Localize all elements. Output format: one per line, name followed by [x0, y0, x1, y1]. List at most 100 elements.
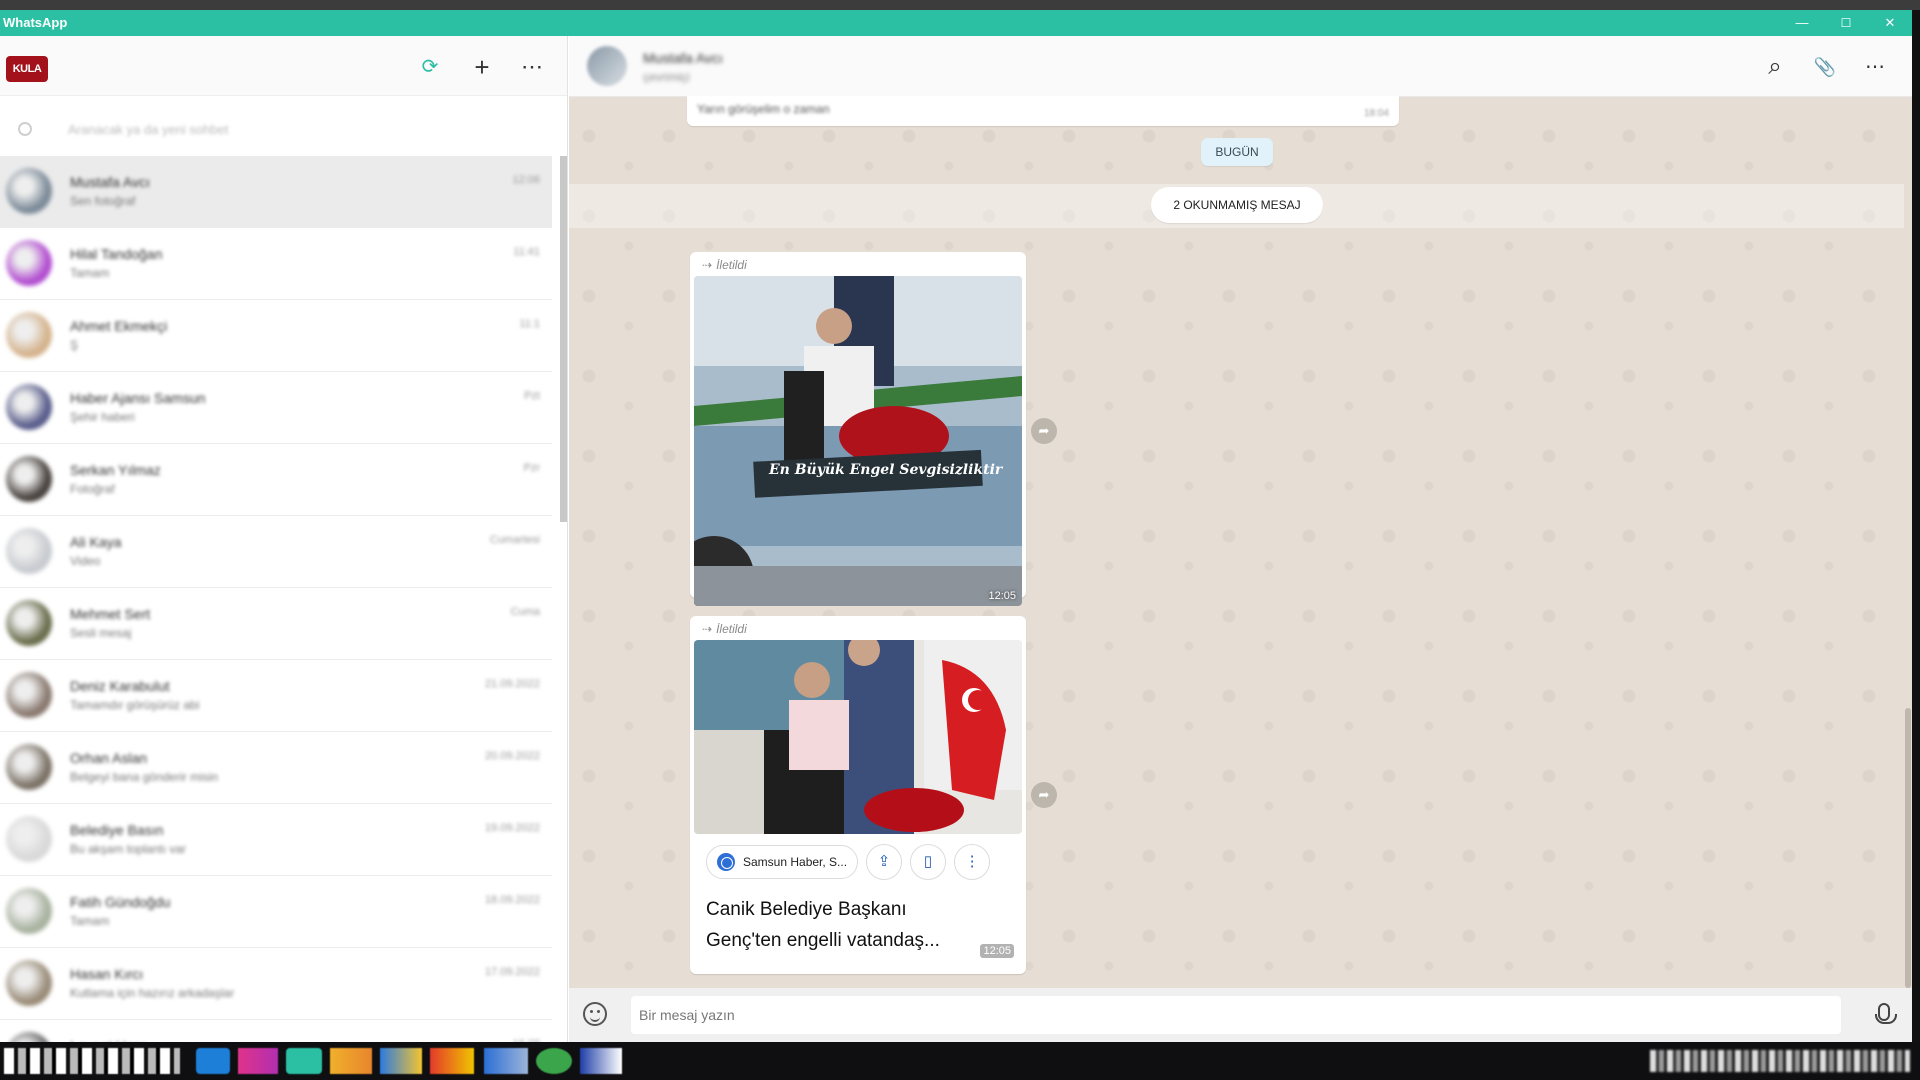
- chat-list-item[interactable]: Serkan Yılmaz Fotoğraf Pzr: [0, 444, 552, 516]
- search-input[interactable]: Aranacak ya da yeni sohbet: [68, 122, 528, 140]
- chat-time: Cumartesi: [489, 534, 540, 546]
- forward-icon: ➦: [1038, 787, 1050, 802]
- chat-name: Mehmet Sert: [70, 606, 151, 622]
- chat-last-message: Şehir haberi: [70, 410, 135, 424]
- message-input[interactable]: [631, 996, 1841, 1034]
- chat-list-item[interactable]: Deniz Karabulut Tamamdır görüşürüz abi 21.…: [0, 660, 552, 732]
- image-caption-overlay: En Büyük Engel Sevgisizliktir: [768, 462, 1004, 478]
- taskbar-whatsapp-icon[interactable]: [286, 1048, 322, 1074]
- taskbar-app-icon[interactable]: [536, 1048, 572, 1074]
- forward-icon: ➦: [1038, 423, 1050, 438]
- new-chat-button[interactable]: +: [466, 52, 498, 82]
- chat-avatar: [6, 888, 52, 934]
- search-bar[interactable]: Aranacak ya da yeni sohbet: [0, 106, 552, 154]
- chat-name: Hasan Kırcı: [70, 966, 144, 982]
- chat-time: Pzr: [523, 462, 541, 474]
- forward-arrow-icon: ⇢: [702, 622, 713, 636]
- maximize-button[interactable]: ☐: [1824, 10, 1868, 36]
- link-title[interactable]: Canik Belediye Başkanı Genç'ten engelli …: [706, 894, 1010, 956]
- chat-sidebar: KULA ⟳ + ⋯ Aranacak ya da yeni sohbet Mu…: [0, 36, 568, 1042]
- conversation-pane: Mustafa Avcı çevrimiçi ⌕ 📎 ⋯ Yarın görüş…: [569, 36, 1912, 1042]
- chat-list-item[interactable]: Haber Ajansı Samsun Şehir haberi Pzt: [0, 372, 552, 444]
- chat-last-message: Tamamdır görüşürüz abi: [70, 698, 200, 712]
- share-button[interactable]: ⇪: [866, 844, 903, 880]
- forward-arrow-icon: ⇢: [702, 258, 713, 272]
- chat-time: 11:41: [513, 246, 540, 258]
- unread-messages-badge: 2 OKUNMAMIŞ MESAJ: [1151, 187, 1323, 223]
- link-message[interactable]: ⇢ İletildi Samsun Haber, S... ⇪ ▯ ⋮ Cani…: [690, 616, 1026, 974]
- emoji-icon[interactable]: [583, 1002, 607, 1026]
- chat-time: 21.09.2022: [484, 678, 540, 690]
- previous-message-time: 18:04: [1363, 108, 1389, 119]
- chat-list-item[interactable]: Belediye Basın Bu akşam toplantı var 19.09…: [0, 804, 552, 876]
- previous-message-text: Yarın görüşelim o zaman: [697, 102, 830, 116]
- scrollbar-thumb[interactable]: [1905, 708, 1911, 988]
- profile-avatar[interactable]: KULA: [6, 56, 48, 82]
- chat-name: Serkan Yılmaz: [70, 462, 161, 478]
- conversation-scrollbar[interactable]: [1904, 98, 1912, 988]
- previous-message[interactable]: Yarın görüşelim o zaman 18:04: [687, 96, 1399, 126]
- forwarded-label: ⇢ İletildi: [694, 256, 1022, 276]
- chat-name: Orhan Aslan: [70, 750, 148, 766]
- contact-status: çevrimiçi: [643, 70, 690, 84]
- meeting-photo: [694, 640, 1022, 834]
- taskbar-chrome-icon[interactable]: [430, 1048, 474, 1074]
- chat-last-message: Tamam: [70, 266, 110, 280]
- sidebar-scrollbar[interactable]: [560, 156, 567, 522]
- chat-list-item[interactable]: Hilal Tandoğan Tamam 11:41: [0, 228, 552, 300]
- chat-name: Mustafa Avcı: [70, 174, 150, 190]
- chat-time: 17.09.2022: [484, 966, 540, 978]
- close-button[interactable]: ✕: [1868, 10, 1912, 36]
- chat-list-item[interactable]: Levent Uçar16.09: [0, 1020, 552, 1042]
- taskbar-app-icon[interactable]: [380, 1048, 422, 1074]
- contact-name[interactable]: Mustafa Avcı: [643, 50, 723, 66]
- image-message[interactable]: ⇢ İletildi En Büyük Engel Sevgisizliktir…: [690, 252, 1026, 606]
- link-preview-card[interactable]: Samsun Haber, S... ⇪ ▯ ⋮ Canik Belediye …: [694, 834, 1022, 964]
- taskbar-edge-icon[interactable]: [196, 1048, 230, 1074]
- minimize-button[interactable]: —: [1780, 10, 1824, 36]
- search-icon: [18, 122, 32, 136]
- status-icon[interactable]: ⟳: [414, 52, 446, 82]
- chat-last-message: Tamam: [70, 914, 110, 928]
- sidebar-menu-button[interactable]: ⋯: [516, 52, 548, 82]
- taskbar-app-icon[interactable]: [580, 1048, 622, 1074]
- taskbar-app-icon[interactable]: [484, 1048, 528, 1074]
- system-tray[interactable]: [1650, 1050, 1910, 1072]
- conversation-menu-button[interactable]: ⋯: [1859, 52, 1891, 82]
- chat-time: 20.09.2022: [484, 750, 540, 762]
- link-actions: Samsun Haber, S... ⇪ ▯ ⋮: [706, 844, 1010, 880]
- source-chip[interactable]: Samsun Haber, S...: [706, 845, 859, 879]
- chat-list-item[interactable]: Ahmet Ekmekçi Ş 11:1: [0, 300, 552, 372]
- compose-bar: [569, 988, 1912, 1042]
- message-time: 12:05: [988, 590, 1016, 602]
- chat-avatar: [6, 528, 52, 574]
- taskbar-folder-icon[interactable]: [330, 1048, 372, 1074]
- forward-button[interactable]: ➦: [1031, 418, 1057, 444]
- chat-avatar: [6, 600, 52, 646]
- search-icon[interactable]: ⌕: [1759, 52, 1791, 82]
- chat-list-item[interactable]: Orhan Aslan Belgeyi bana gönderir misin 20…: [0, 732, 552, 804]
- microphone-icon[interactable]: [1875, 1003, 1897, 1024]
- chat-last-message: Fotoğraf: [70, 482, 115, 496]
- taskbar-pinned-apps[interactable]: [4, 1048, 180, 1074]
- taskbar: [0, 1042, 1920, 1080]
- more-vertical-icon: ⋮: [964, 853, 980, 870]
- chat-list-item[interactable]: Mehmet Sert Sesli mesaj Cuma: [0, 588, 552, 660]
- share-icon: ⇪: [877, 853, 891, 870]
- forward-button[interactable]: ➦: [1031, 782, 1057, 808]
- attach-icon[interactable]: 📎: [1809, 52, 1841, 82]
- chat-avatar: [6, 816, 52, 862]
- chat-list-item[interactable]: Ali Kaya Video Cumartesi: [0, 516, 552, 588]
- chat-list-item[interactable]: Mustafa Avcı Sen fotoğraf 12:06: [0, 156, 552, 228]
- chat-avatar: [6, 672, 52, 718]
- more-options-button[interactable]: ⋮: [954, 844, 991, 880]
- taskbar-app-icon[interactable]: [238, 1048, 278, 1074]
- message-image[interactable]: En Büyük Engel Sevgisizliktir 12:05: [694, 276, 1022, 606]
- chat-list-item[interactable]: Fatih Gündoğdu Tamam 18.09.2022: [0, 876, 552, 948]
- chat-list-item[interactable]: Hasan Kırcı Kutlama için hazırız arkadaşl…: [0, 948, 552, 1020]
- image-caption: En Büyük Engel Sevgisizliktir: [768, 462, 1004, 478]
- bookmark-button[interactable]: ▯: [910, 844, 947, 880]
- link-preview-image[interactable]: [694, 640, 1022, 834]
- contact-avatar[interactable]: [587, 46, 627, 86]
- forwarded-text: İletildi: [716, 258, 747, 272]
